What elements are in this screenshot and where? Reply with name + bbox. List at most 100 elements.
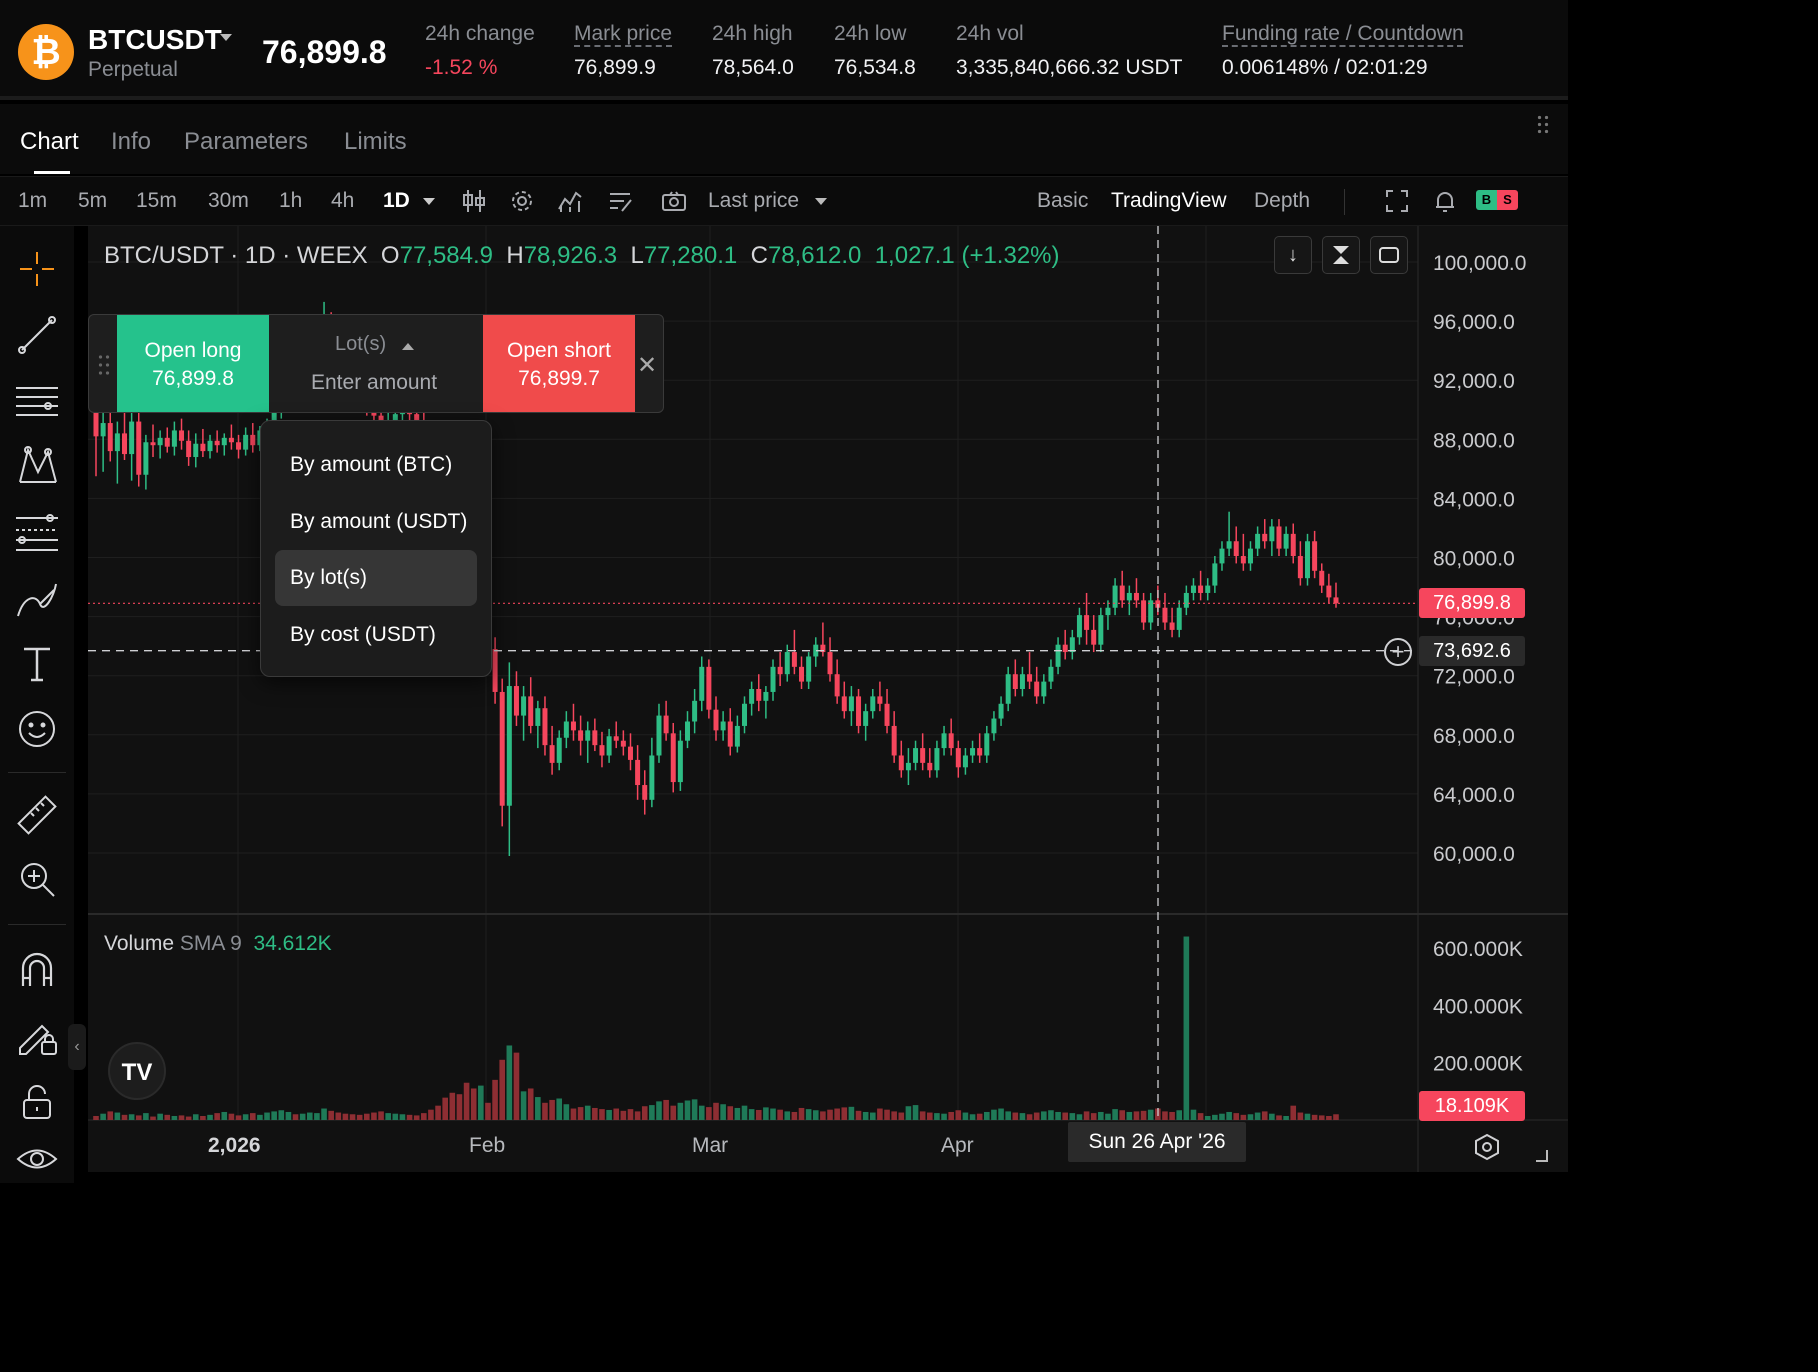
candle-body <box>549 745 555 763</box>
candle-body <box>599 745 605 756</box>
camera-icon[interactable] <box>660 187 688 215</box>
candle-body <box>891 725 897 756</box>
candle-type-icon[interactable] <box>460 187 488 215</box>
buy-sell-markers-toggle[interactable]: B S <box>1476 190 1518 210</box>
price-type-select[interactable]: Last price <box>708 189 799 213</box>
settings-gear-icon[interactable] <box>508 187 536 215</box>
volume-value-badge: 18.109K <box>1419 1091 1525 1121</box>
timeframe-5m[interactable]: 5m <box>78 189 107 213</box>
collapse-toolbar-chevron-icon[interactable]: ‹ <box>68 1024 86 1070</box>
legend-o-label: O <box>380 242 400 269</box>
close-icon[interactable]: ✕ <box>637 351 657 380</box>
menu-item-by-cost-usdt[interactable]: By cost (USDT) <box>275 607 477 663</box>
candle-body <box>592 730 598 746</box>
eye-icon[interactable] <box>14 1136 60 1182</box>
chart-toolbar: 1m 5m 15m 30m 1h 4h 1D Last price Basic … <box>0 176 1568 226</box>
timeframe-1m[interactable]: 1m <box>18 189 47 213</box>
candle-body <box>157 437 163 446</box>
volume-bar <box>1076 1114 1083 1120</box>
open-long-button[interactable]: Open long 76,899.8 <box>117 315 269 412</box>
pattern-tool-icon[interactable] <box>14 442 60 488</box>
tab-chart[interactable]: Chart <box>20 128 79 156</box>
price-type-chevron-down-icon[interactable] <box>815 198 827 205</box>
ruler-icon[interactable] <box>14 792 60 838</box>
candle-body <box>1255 533 1261 549</box>
volume-bar <box>577 1107 584 1120</box>
volume-bar <box>592 1107 598 1120</box>
unlock-icon[interactable] <box>14 1078 60 1124</box>
timeframe-4h[interactable]: 4h <box>331 189 354 213</box>
fib-retracement-icon[interactable] <box>14 510 60 556</box>
view-tradingview[interactable]: TradingView <box>1111 189 1227 213</box>
text-tool-icon[interactable] <box>14 640 60 686</box>
templates-icon[interactable] <box>606 187 634 215</box>
resize-handle-icon[interactable] <box>1536 1150 1548 1162</box>
zoom-in-icon[interactable] <box>14 856 60 902</box>
timeframe-30m[interactable]: 30m <box>208 189 249 213</box>
collapse-pane-icon[interactable] <box>1322 236 1360 274</box>
maximize-pane-icon[interactable] <box>1370 236 1408 274</box>
menu-item-by-lots[interactable]: By lot(s) <box>275 550 477 606</box>
candle-body <box>1233 541 1239 557</box>
order-panel-drag-icon[interactable] <box>97 353 111 377</box>
open-short-button[interactable]: Open short 76,899.7 <box>483 315 635 412</box>
volume-bar <box>228 1113 235 1120</box>
timeframe-1h[interactable]: 1h <box>279 189 302 213</box>
tab-info[interactable]: Info <box>111 128 151 156</box>
bell-icon[interactable] <box>1431 187 1459 215</box>
axis-settings-icon[interactable] <box>1472 1132 1502 1162</box>
candle-body <box>684 721 690 741</box>
stat-label-funding-rate[interactable]: Funding rate / Countdown <box>1222 22 1464 46</box>
chevron-down-icon[interactable] <box>220 34 232 41</box>
emoji-icon[interactable] <box>14 706 60 752</box>
view-depth[interactable]: Depth <box>1254 189 1310 213</box>
lock-drawing-icon[interactable] <box>14 1012 60 1058</box>
candle-body <box>1212 563 1218 586</box>
tradingview-logo[interactable]: TV <box>108 1042 166 1100</box>
volume-bar <box>1140 1110 1147 1120</box>
horizontal-lines-icon[interactable] <box>14 378 60 424</box>
volume-bar <box>264 1112 270 1120</box>
trend-line-icon[interactable] <box>14 312 60 358</box>
candle-body <box>1062 644 1068 653</box>
legend-change: 1,027.1 (+1.32%) <box>874 242 1060 269</box>
volume-bar <box>1240 1114 1247 1120</box>
volume-bar <box>335 1112 342 1120</box>
crosshair-icon[interactable] <box>14 246 60 292</box>
stat-label-mark-price[interactable]: Mark price <box>574 22 672 46</box>
magnet-icon[interactable] <box>14 946 60 992</box>
timeframe-15m[interactable]: 15m <box>136 189 177 213</box>
volume-bar <box>399 1114 406 1120</box>
x-label-apr: Apr <box>941 1134 974 1157</box>
unit-selector[interactable]: Lot(s) <box>335 333 386 356</box>
timeframe-chevron-down-icon[interactable] <box>423 198 435 205</box>
tab-parameters[interactable]: Parameters <box>184 128 308 156</box>
brush-icon[interactable] <box>14 576 60 622</box>
add-order-plus-icon[interactable]: + <box>1384 638 1412 666</box>
volume-bar <box>278 1110 285 1120</box>
volume-axis-tick: 600.000K <box>1433 938 1523 961</box>
volume-bar <box>684 1100 691 1120</box>
drag-handle-icon[interactable] <box>1536 114 1550 136</box>
last-price-badge: 76,899.8 <box>1419 588 1525 618</box>
symbol-selector[interactable]: BTCUSDT <box>88 24 222 56</box>
chevron-up-icon[interactable] <box>402 343 414 350</box>
indicators-icon[interactable] <box>556 187 584 215</box>
view-basic[interactable]: Basic <box>1037 189 1088 213</box>
amount-input[interactable]: Enter amount <box>311 371 437 395</box>
menu-item-by-amount-usdt[interactable]: By amount (USDT) <box>275 494 477 550</box>
timeframe-1d[interactable]: 1D <box>383 189 410 213</box>
volume-bar <box>1297 1112 1304 1120</box>
volume-bar <box>991 1109 997 1120</box>
volume-bar <box>520 1091 527 1120</box>
volume-bar <box>984 1111 990 1120</box>
fullscreen-icon[interactable] <box>1383 187 1411 215</box>
volume-bar <box>1133 1111 1140 1120</box>
tab-limits[interactable]: Limits <box>344 128 407 156</box>
candle-body <box>905 762 911 771</box>
scroll-down-arrow-icon[interactable]: ↓ <box>1274 236 1312 274</box>
menu-item-by-amount-btc[interactable]: By amount (BTC) <box>275 437 477 493</box>
candle-body <box>1297 556 1303 579</box>
volume-bar <box>107 1111 114 1120</box>
legend-c-label: C <box>750 242 768 269</box>
